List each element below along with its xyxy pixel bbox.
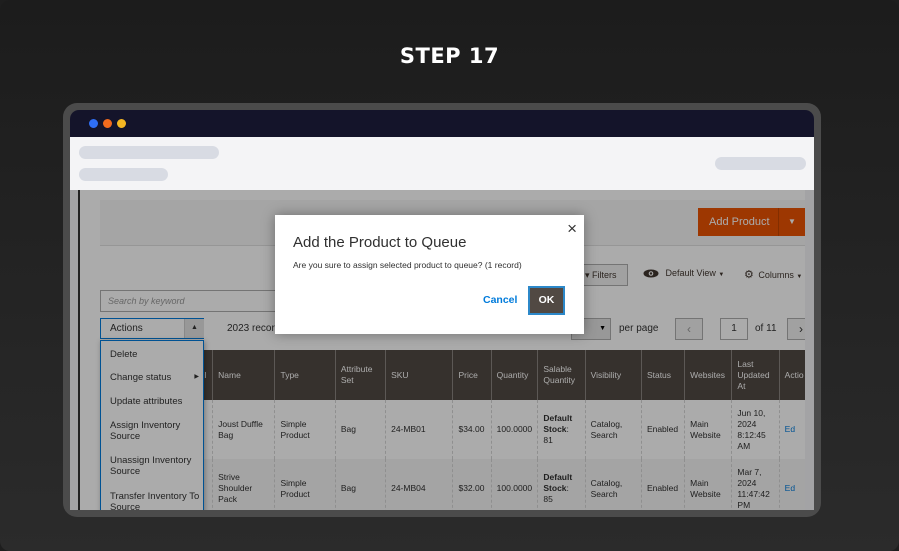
skeleton-bar — [79, 168, 168, 181]
skeleton-bar — [715, 157, 806, 170]
cancel-button[interactable]: Cancel — [483, 294, 517, 306]
skeleton-bar — [79, 146, 219, 159]
ok-button[interactable]: OK — [528, 286, 565, 315]
window-title-bar — [70, 110, 814, 137]
screen: Add Product ▼ ▾ Filters Default View ▼ ⚙… — [70, 137, 814, 510]
window-dot-blue — [89, 119, 98, 128]
modal-message: Are you sure to assign selected product … — [293, 260, 522, 270]
close-icon[interactable]: × — [567, 219, 577, 239]
step-label: STEP 17 — [399, 44, 500, 68]
window-dot-yellow — [117, 119, 126, 128]
queue-confirm-modal: × Add the Product to Queue Are you sure … — [275, 215, 584, 334]
modal-title: Add the Product to Queue — [293, 234, 467, 251]
window-dot-orange — [103, 119, 112, 128]
